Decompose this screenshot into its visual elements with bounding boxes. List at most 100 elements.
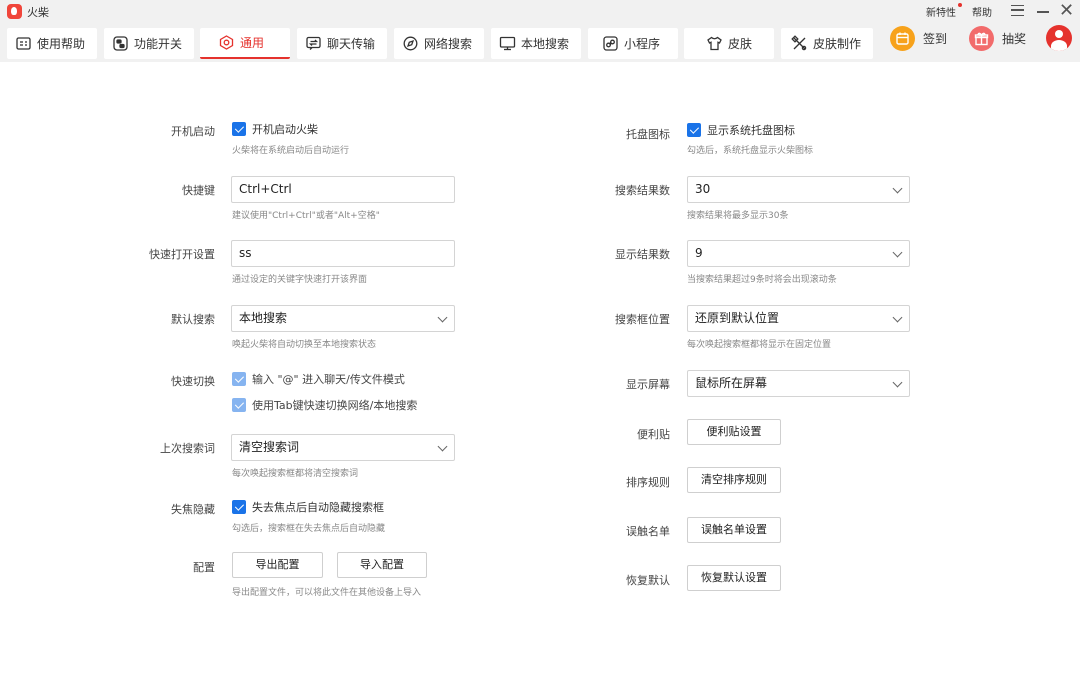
tab-label: 本地搜索 <box>521 37 570 51</box>
result-count-label: 搜索结果数 <box>615 184 670 197</box>
last-term-label: 上次搜索词 <box>160 442 215 455</box>
box-position-select[interactable]: 还原到默认位置 <box>687 305 910 332</box>
tab-general[interactable]: 通用 <box>200 28 290 59</box>
config-hint: 导出配置文件，可以将此文件在其他设备上导入 <box>232 588 422 598</box>
new-badge-dot <box>958 3 962 7</box>
clear-sort-button[interactable]: 清空排序规则 <box>687 467 781 493</box>
tab-skin[interactable]: 皮肤 <box>684 28 774 59</box>
chevron-down-icon <box>892 312 903 323</box>
tab-label: 小程序 <box>624 37 661 51</box>
help-link[interactable]: 帮助 <box>972 4 992 19</box>
tab-mini-program[interactable]: 小程序 <box>588 28 678 59</box>
quick-switch-at-checkbox[interactable]: 输入 "@" 进入聊天/传文件模式 <box>232 371 405 387</box>
checkbox-checked-icon[interactable] <box>232 372 246 386</box>
tray-hint: 勾选后，系统托盘显示火柴图标 <box>687 146 814 156</box>
display-count-hint: 当搜索结果超过9条时将会出现滚动条 <box>687 275 837 285</box>
minimize-icon[interactable] <box>1037 11 1049 13</box>
quick-switch-tab-label: 使用Tab键快速切换网络/本地搜索 <box>252 399 418 412</box>
skin-make-icon <box>791 35 808 52</box>
screen-label: 显示屏幕 <box>626 378 670 391</box>
mistouch-list-button[interactable]: 误触名单设置 <box>687 517 781 543</box>
default-search-select[interactable]: 本地搜索 <box>231 305 455 332</box>
tab-feature-switch[interactable]: 功能开关 <box>104 28 194 59</box>
last-term-value: 清空搜索词 <box>239 440 300 454</box>
checkin-button[interactable]: 签到 <box>890 26 947 51</box>
avatar[interactable] <box>1046 25 1072 51</box>
tab-help[interactable]: 使用帮助 <box>7 28 97 59</box>
restore-label: 恢复默认 <box>626 574 670 587</box>
box-position-value: 还原到默认位置 <box>695 311 780 325</box>
tray-label: 托盘图标 <box>626 128 670 141</box>
tray-checkbox-label: 显示系统托盘图标 <box>707 124 795 137</box>
hotkey-label: 快捷键 <box>182 184 215 197</box>
blur-hide-checkbox-label: 失去焦点后自动隐藏搜索框 <box>252 501 384 514</box>
tray-checkbox[interactable]: 显示系统托盘图标 <box>687 122 795 138</box>
box-position-hint: 每次唤起搜索框都将显示在固定位置 <box>687 340 832 350</box>
default-search-value: 本地搜索 <box>239 311 288 325</box>
import-config-button[interactable]: 导入配置 <box>337 552 427 578</box>
tab-label: 网络搜索 <box>424 37 473 51</box>
app-logo-icon <box>7 4 22 19</box>
quick-switch-label: 快速切换 <box>171 375 215 388</box>
chevron-down-icon <box>437 312 448 323</box>
chevron-down-icon <box>892 377 903 388</box>
blur-hide-label: 失焦隐藏 <box>171 503 215 516</box>
quick-switch-tab-checkbox[interactable]: 使用Tab键快速切换网络/本地搜索 <box>232 397 417 413</box>
blur-hide-checkbox[interactable]: 失去焦点后自动隐藏搜索框 <box>232 499 384 515</box>
calendar-icon <box>890 26 915 51</box>
menu-icon[interactable] <box>1011 5 1024 16</box>
checkbox-checked-icon[interactable] <box>232 122 246 136</box>
hotkey-input[interactable]: Ctrl+Ctrl <box>231 176 455 203</box>
quickopen-hint: 通过设定的关键字快速打开该界面 <box>232 275 368 285</box>
skin-icon <box>706 35 723 52</box>
tab-web-search[interactable]: 网络搜索 <box>394 28 484 59</box>
help-doc-icon <box>15 35 32 52</box>
checkbox-checked-icon[interactable] <box>232 398 246 412</box>
close-icon[interactable]: ✕ <box>1059 1 1074 21</box>
tab-label: 功能开关 <box>134 37 183 51</box>
sticky-label: 便利贴 <box>637 428 670 441</box>
tab-label: 皮肤 <box>728 37 753 51</box>
autostart-label: 开机启动 <box>171 125 215 138</box>
screen-select[interactable]: 鼠标所在屏幕 <box>687 370 910 397</box>
default-search-label: 默认搜索 <box>171 313 215 326</box>
checkbox-checked-icon[interactable] <box>687 123 701 137</box>
tab-label: 使用帮助 <box>37 37 86 51</box>
tab-label: 通用 <box>240 36 265 50</box>
result-count-hint: 搜索结果将最多显示30条 <box>687 211 789 221</box>
last-term-select[interactable]: 清空搜索词 <box>231 434 455 461</box>
display-count-label: 显示结果数 <box>615 248 670 261</box>
app-title: 火柴 <box>27 6 49 19</box>
tab-label: 聊天传输 <box>327 37 376 51</box>
blur-hide-hint: 勾选后，搜索框在失去焦点后自动隐藏 <box>232 524 386 534</box>
restore-default-button[interactable]: 恢复默认设置 <box>687 565 781 591</box>
tab-chat-transfer[interactable]: 聊天传输 <box>297 28 387 59</box>
box-position-label: 搜索框位置 <box>615 313 670 326</box>
title-bar: 火柴 新特性 帮助 ✕ <box>0 0 1080 24</box>
mistouch-label: 误触名单 <box>626 525 670 538</box>
chevron-down-icon <box>437 441 448 452</box>
mini-program-icon <box>602 35 619 52</box>
tab-skin-make[interactable]: 皮肤制作 <box>781 28 873 59</box>
chevron-down-icon <box>892 247 903 258</box>
result-count-value: 30 <box>695 182 711 196</box>
hotkey-hint: 建议使用"Ctrl+Ctrl"或者"Alt+空格" <box>232 211 380 221</box>
chat-transfer-icon <box>305 35 322 52</box>
local-search-icon <box>499 35 516 52</box>
display-count-select[interactable]: 9 <box>687 240 910 267</box>
export-config-button[interactable]: 导出配置 <box>232 552 323 578</box>
checkbox-checked-icon[interactable] <box>232 500 246 514</box>
checkin-label: 签到 <box>923 32 948 46</box>
sticky-settings-button[interactable]: 便利贴设置 <box>687 419 781 445</box>
quickopen-input[interactable]: ss <box>231 240 455 267</box>
chevron-down-icon <box>892 183 903 194</box>
config-label: 配置 <box>193 561 215 574</box>
gift-icon <box>969 26 994 51</box>
lottery-button[interactable]: 抽奖 <box>969 26 1026 51</box>
result-count-select[interactable]: 30 <box>687 176 910 203</box>
autostart-checkbox[interactable]: 开机启动火柴 <box>232 121 318 137</box>
new-features-link[interactable]: 新特性 <box>926 4 956 19</box>
web-search-icon <box>402 35 419 52</box>
tab-local-search[interactable]: 本地搜索 <box>491 28 581 59</box>
lottery-label: 抽奖 <box>1002 32 1027 46</box>
